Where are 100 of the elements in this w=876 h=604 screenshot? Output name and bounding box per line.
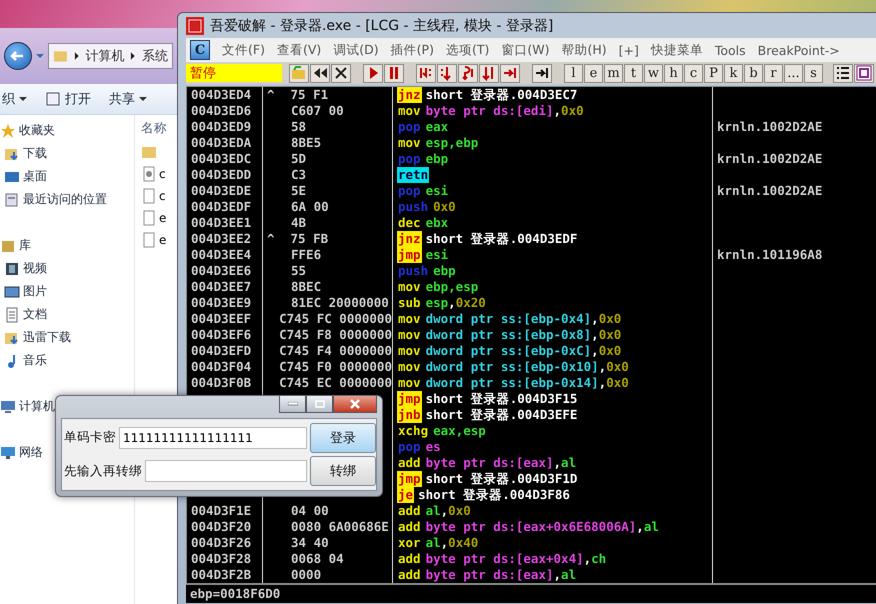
hex-bytes: 0068 04 <box>291 551 344 567</box>
address-text: 004D3F28 <box>191 551 252 567</box>
menu-item[interactable]: 窗口(W) <box>501 42 550 58</box>
window-letter-button[interactable]: r <box>764 64 783 82</box>
field-label: 单码卡密 <box>64 429 116 446</box>
minimize-button[interactable] <box>279 396 306 413</box>
hex-bytes: 4B <box>291 215 306 231</box>
window-letter-button[interactable]: t <box>624 64 643 82</box>
window-letter-button[interactable]: ... <box>784 64 803 82</box>
column-header[interactable]: 名称 <box>141 120 167 136</box>
breadcrumb-item[interactable]: 系统 <box>142 47 168 65</box>
menu-item[interactable]: 查看(V) <box>276 42 322 58</box>
menu-item[interactable]: 文件(F) <box>222 42 265 58</box>
input-field[interactable]: 11111111111111111 <box>119 426 307 449</box>
nav-item[interactable]: 网络 <box>19 444 43 461</box>
menu-item[interactable]: 调试(D) <box>333 42 379 58</box>
nav-item[interactable]: 库 <box>19 237 31 254</box>
toolbar-button[interactable]: 织 <box>0 88 29 110</box>
toolbar-button[interactable]: 共享 <box>107 88 149 110</box>
operand-text: esp,ebp <box>426 135 478 151</box>
menu-item[interactable]: BreakPoint-> <box>758 42 840 58</box>
list-button[interactable] <box>833 64 853 82</box>
nav-item[interactable]: 音乐 <box>23 352 47 369</box>
mnemonic: add <box>397 551 422 567</box>
menu-item[interactable]: 选项(T) <box>446 42 490 58</box>
file-name[interactable]: c <box>159 189 166 203</box>
window-letter-button[interactable]: s <box>804 64 823 82</box>
grid-button[interactable] <box>854 64 874 82</box>
address-text: 004D3EDA <box>191 135 252 151</box>
go-to-button[interactable] <box>532 64 552 82</box>
close-button[interactable] <box>331 64 351 82</box>
menu-item[interactable]: 插件(P) <box>390 42 434 58</box>
mnemonic: mov <box>397 135 422 151</box>
close-button[interactable] <box>333 396 377 413</box>
menu-item[interactable]: 快捷菜单 <box>650 42 703 58</box>
address-text: 004D3F26 <box>191 535 252 551</box>
mnemonic: retn <box>397 167 430 183</box>
grid-icon <box>856 65 872 81</box>
document-icon <box>4 306 20 322</box>
file-name[interactable]: e <box>159 233 166 247</box>
hex-bytes: C745 FC 0000000 <box>279 311 392 327</box>
nav-item[interactable]: 下载 <box>23 145 47 162</box>
dialog-button[interactable]: 登录 <box>310 422 376 453</box>
nav-item[interactable]: 迅雷下载 <box>23 329 71 346</box>
nav-item[interactable]: 收藏夹 <box>19 122 55 139</box>
pause-button[interactable] <box>384 64 404 82</box>
rewind-button[interactable] <box>310 64 330 82</box>
window-letter-button[interactable]: b <box>744 64 763 82</box>
step-into-button[interactable] <box>416 64 436 82</box>
step-down-button[interactable] <box>479 64 499 82</box>
window-letter-button[interactable]: e <box>584 64 603 82</box>
nav-item[interactable]: 视频 <box>23 260 47 277</box>
maximize-button[interactable] <box>306 396 333 413</box>
menu-item[interactable]: [+] <box>618 42 639 58</box>
back-button[interactable] <box>4 42 32 70</box>
list-icon <box>835 65 851 81</box>
play-button[interactable] <box>363 64 383 82</box>
address-text: 004D3EEF <box>191 311 252 327</box>
step-return-icon <box>460 65 476 81</box>
step-over-button[interactable] <box>437 64 457 82</box>
address-text: 004D3EE9 <box>191 295 252 311</box>
file-name[interactable]: c <box>159 167 166 181</box>
input-field[interactable] <box>145 460 307 482</box>
nav-item[interactable]: 文档 <box>23 306 47 323</box>
menu-item[interactable]: 帮助(H) <box>561 42 607 58</box>
menu-item[interactable]: Tools <box>714 42 746 58</box>
hex-bytes: 8BE5 <box>291 135 322 151</box>
minimize-icon <box>288 402 298 406</box>
breadcrumb-item[interactable]: 计算机 <box>85 47 124 65</box>
window-icon <box>45 91 61 107</box>
window-letter-button[interactable]: h <box>664 64 683 82</box>
operand-text: dword ptr ss:[ebp-0x8],0x0 <box>426 327 622 343</box>
window-letter-button[interactable]: w <box>644 64 663 82</box>
nav-item[interactable]: 桌面 <box>23 168 47 185</box>
window-letter-button[interactable]: P <box>704 64 723 82</box>
mnemonic: jmp <box>397 247 422 263</box>
file-name[interactable]: e <box>159 211 166 225</box>
folder-icon <box>141 144 157 160</box>
window-letter-button[interactable]: k <box>724 64 743 82</box>
step-into-icon <box>418 65 434 81</box>
run-to-return-button[interactable] <box>500 64 520 82</box>
window-letter-button[interactable]: l <box>564 64 583 82</box>
step-return-button[interactable] <box>458 64 478 82</box>
operand-text: eax,esp <box>433 423 486 439</box>
mnemonic: mov <box>397 375 422 391</box>
dialog-button[interactable]: 转绑 <box>310 456 376 486</box>
toolbar-button[interactable]: 打开 <box>43 88 93 110</box>
comment-text: krnln.1002D2AE <box>717 119 822 135</box>
operand-text: ebx <box>426 215 448 231</box>
window-letter-button[interactable]: c <box>684 64 703 82</box>
hex-bytes: 55 <box>291 263 306 279</box>
nav-item[interactable]: 图片 <box>23 283 47 300</box>
mnemonic: pop <box>397 151 422 167</box>
window-letter-button[interactable]: m <box>604 64 623 82</box>
file-icon <box>141 232 157 248</box>
nav-item[interactable]: 计算机 <box>19 398 55 415</box>
operand-text: ebp,esp <box>426 279 478 295</box>
address-bar[interactable]: 计算机 系统 <box>48 43 173 69</box>
hex-bytes: 04 00 <box>291 503 329 519</box>
nav-item[interactable]: 最近访问的位置 <box>23 191 107 208</box>
